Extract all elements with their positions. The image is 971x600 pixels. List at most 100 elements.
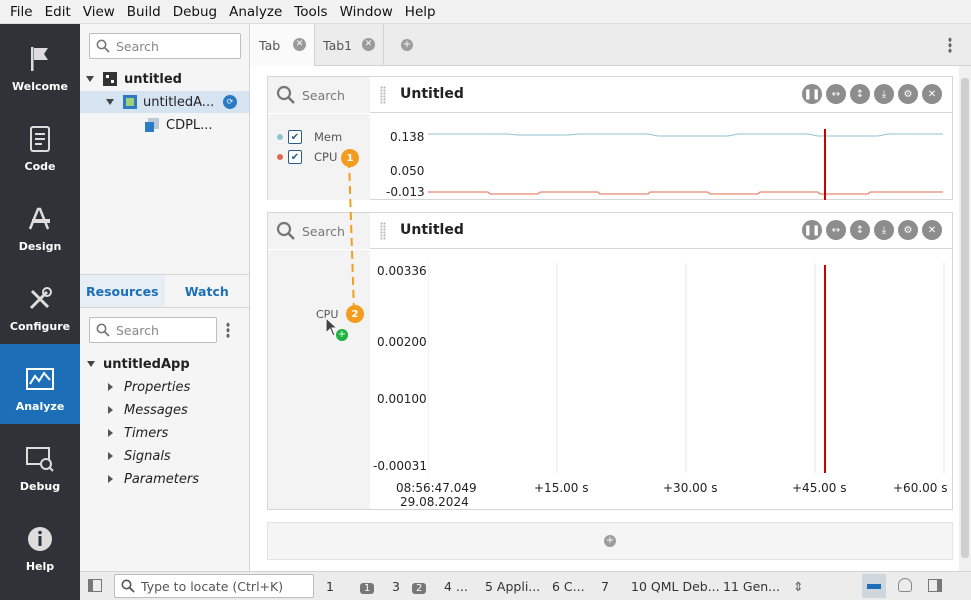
search-icon	[276, 85, 295, 104]
fit-vertical-icon[interactable]: ↕	[850, 84, 870, 104]
plot-area-1[interactable]	[428, 114, 948, 200]
search-placeholder: Search	[116, 38, 159, 54]
resource-item-timers[interactable]: Timers	[80, 422, 168, 444]
mode-help[interactable]: Help	[0, 504, 80, 584]
step-badge-2: 2	[346, 305, 364, 323]
resources-search-input[interactable]: Search	[89, 317, 217, 343]
fit-vertical-icon[interactable]: ↕	[850, 220, 870, 240]
status-item-11[interactable]: 11 Gen...	[723, 579, 780, 594]
status-item-1[interactable]: 1	[326, 579, 334, 594]
pause-icon[interactable]: ❚❚	[802, 220, 822, 240]
toggle-sidebar-icon[interactable]	[88, 579, 102, 592]
mode-configure[interactable]: Configure	[0, 264, 80, 344]
fit-horizontal-icon[interactable]: ↔	[826, 84, 846, 104]
search-icon	[96, 39, 110, 53]
progress-toggle-icon[interactable]	[862, 574, 886, 598]
x-tick: +45.00 s	[792, 481, 847, 495]
mode-code[interactable]: Code	[0, 104, 80, 184]
close-icon[interactable]: ✕	[362, 38, 375, 51]
locate-input[interactable]: Type to locate (Ctrl+K)	[114, 574, 314, 598]
status-messages-badge[interactable]: 2	[412, 579, 429, 594]
drop-add-icon: +	[336, 329, 348, 341]
step-badge-1: 1	[341, 149, 359, 167]
tab-watch[interactable]: Watch	[165, 275, 250, 307]
x-date: 29.08.2024	[400, 495, 469, 509]
add-tab-icon[interactable]: +	[401, 39, 413, 51]
expand-icon	[87, 361, 95, 367]
status-issues-badge[interactable]: 1	[360, 579, 377, 594]
status-item-10[interactable]: 10 QML Deb...	[631, 579, 720, 594]
close-icon[interactable]: ✕	[293, 38, 306, 51]
mode-debug[interactable]: Debug	[0, 424, 80, 504]
status-item-3[interactable]: 3	[392, 579, 400, 594]
status-item-6[interactable]: 6 C...	[552, 579, 585, 594]
menu-analyze[interactable]: Analyze	[223, 4, 288, 20]
more-options-icon[interactable]	[226, 322, 230, 338]
status-item-5[interactable]: 5 Appli...	[485, 579, 540, 594]
menu-build[interactable]: Build	[121, 4, 167, 20]
vertical-scrollbar[interactable]	[959, 66, 971, 571]
download-icon[interactable]: ⤓	[874, 84, 894, 104]
plot-area-2[interactable]	[428, 263, 950, 475]
tab-tab[interactable]: Tab ✕	[251, 24, 315, 66]
pause-icon[interactable]: ❚❚	[802, 84, 822, 104]
status-item-7[interactable]: 7	[601, 579, 609, 594]
fit-horizontal-icon[interactable]: ↔	[826, 220, 846, 240]
resource-item-properties[interactable]: Properties	[80, 376, 190, 398]
tree-child[interactable]: untitledA... ⟳	[80, 91, 249, 113]
expand-icon	[86, 76, 94, 82]
close-icon[interactable]: ✕	[922, 84, 942, 104]
status-item-4[interactable]: 4 ...	[444, 579, 468, 594]
panel-search-input[interactable]: Search	[268, 77, 370, 113]
resource-item-signals[interactable]: Signals	[80, 445, 171, 467]
menu-tools[interactable]: Tools	[288, 4, 333, 20]
gear-icon[interactable]: ⚙	[898, 84, 918, 104]
mode-label: Debug	[19, 480, 61, 493]
tree-root[interactable]: untitled	[80, 68, 249, 90]
checkbox-cpu[interactable]: ✔	[288, 150, 302, 164]
legend-item-cpu[interactable]: ✔ CPU	[277, 150, 337, 164]
expand-icon	[106, 99, 114, 105]
download-icon[interactable]: ⤓	[874, 220, 894, 240]
mode-design[interactable]: Design	[0, 184, 80, 264]
tab-resources[interactable]: Resources	[80, 275, 165, 307]
tab-menu-icon[interactable]	[948, 37, 952, 53]
legend-item-mem[interactable]: ✔ Mem	[277, 130, 342, 144]
controller-icon[interactable]	[898, 578, 912, 592]
mode-label: Welcome	[12, 80, 68, 93]
y-tick: 0.00336	[377, 264, 427, 278]
x-tick: +30.00 s	[663, 481, 718, 495]
link-icon[interactable]: ⟳	[223, 95, 237, 109]
y-tick: 0.00100	[377, 392, 427, 406]
tab-tab1[interactable]: Tab1 ✕	[315, 24, 384, 66]
menu-debug[interactable]: Debug	[167, 4, 223, 20]
toggle-right-sidebar-icon[interactable]	[928, 579, 942, 592]
menu-edit[interactable]: Edit	[39, 4, 77, 20]
checkbox-mem[interactable]: ✔	[288, 130, 302, 144]
tree-leaf[interactable]: CDPL...	[80, 114, 249, 136]
tab-bar: Tab ✕ Tab1 ✕ +	[251, 24, 971, 66]
resource-item-messages[interactable]: Messages	[80, 399, 188, 421]
menu-help[interactable]: Help	[399, 4, 442, 20]
drag-handle-icon[interactable]	[380, 222, 386, 240]
analyze-icon	[25, 362, 55, 396]
resource-label: Signals	[124, 448, 171, 464]
menu-file[interactable]: File	[4, 4, 39, 20]
menu-window[interactable]: Window	[334, 4, 399, 20]
gear-icon[interactable]: ⚙	[898, 220, 918, 240]
menu-view[interactable]: View	[77, 4, 121, 20]
add-panel-bar[interactable]: +	[267, 522, 953, 560]
mode-welcome[interactable]: Welcome	[0, 24, 80, 104]
search-placeholder: Search	[302, 87, 345, 103]
y-tick: -0.013	[386, 185, 425, 199]
close-icon[interactable]: ✕	[922, 220, 942, 240]
app-node[interactable]: untitledApp	[80, 353, 190, 375]
add-icon[interactable]: +	[604, 535, 616, 547]
resource-item-parameters[interactable]: Parameters	[80, 468, 199, 490]
updown-icon[interactable]: ⇕	[793, 579, 803, 594]
tree-search-input[interactable]: Search	[89, 33, 241, 59]
mode-analyze[interactable]: Analyze	[0, 344, 80, 424]
y-tick: 0.050	[390, 164, 425, 178]
drag-handle-icon[interactable]	[380, 86, 386, 104]
scrollbar-thumb[interactable]	[961, 78, 969, 558]
